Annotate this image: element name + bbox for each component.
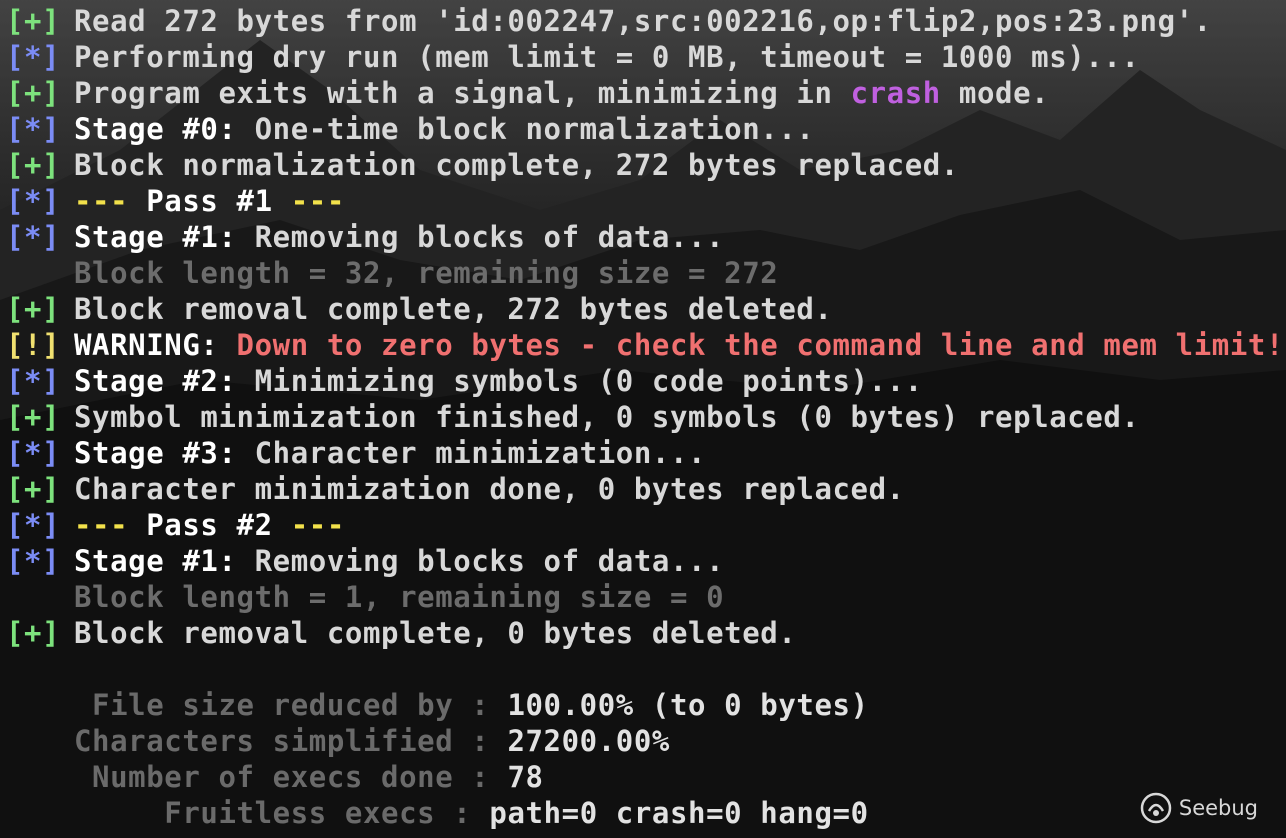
log-line-dry-run: [*] Performing dry run (mem limit = 0 MB,… [6, 39, 1286, 75]
stat-value: 78 [507, 760, 544, 794]
log-line-signal: [+] Program exits with a signal, minimizi… [6, 75, 1286, 111]
log-line-pass2: [*] --- Pass #2 --- [6, 507, 1286, 543]
log-text: Block removal complete, 0 bytes deleted. [74, 616, 797, 650]
info-prefix: [*] [6, 112, 61, 146]
log-text: Program exits with a signal, minimizing … [74, 76, 851, 110]
warning-label: WARNING: [74, 328, 219, 362]
pass-dashes: --- [290, 508, 345, 542]
stats-block: File size reduced by : 100.00% (to 0 byt… [74, 687, 1286, 831]
log-line-block-length: Block length = 32, remaining size = 272 [6, 255, 1286, 291]
success-prefix: [+] [6, 148, 61, 182]
log-line-stage3: [*] Stage #3: Character minimization... [6, 435, 1286, 471]
log-text: Removing blocks of data... [236, 220, 725, 254]
success-prefix: [+] [6, 4, 61, 38]
log-text-dim: Block length = 32, remaining size = 272 [74, 256, 779, 290]
stat-label: Fruitless execs [74, 796, 436, 830]
stage-label: Stage #0: [74, 112, 237, 146]
log-text: Removing blocks of data... [236, 544, 725, 578]
stat-row: Number of execs done : 78 [74, 759, 1286, 795]
info-prefix: [*] [6, 544, 61, 578]
log-line-stage1: [*] Stage #1: Removing blocks of data... [6, 219, 1286, 255]
pass-dashes: --- [74, 508, 129, 542]
info-prefix: [*] [6, 364, 61, 398]
terminal-output: [+] Read 272 bytes from 'id:002247,src:00… [6, 3, 1286, 831]
info-prefix: [*] [6, 40, 61, 74]
success-prefix: [+] [6, 76, 61, 110]
log-text: One-time block normalization... [236, 112, 815, 146]
log-text: mode. [940, 76, 1050, 110]
stat-label: Number of execs done [74, 760, 454, 794]
log-text: Character minimization done, 0 bytes rep… [74, 472, 905, 506]
stat-row: Characters simplified : 27200.00% [74, 723, 1286, 759]
log-text: Performing dry run (mem limit = 0 MB, ti… [74, 40, 1140, 74]
log-line-stage1-pass2: [*] Stage #1: Removing blocks of data... [6, 543, 1286, 579]
stat-row: File size reduced by : 100.00% (to 0 byt… [74, 687, 1286, 723]
pass-dashes: --- [74, 184, 129, 218]
stat-value: path=0 crash=0 hang=0 [489, 796, 869, 830]
stage-label: Stage #3: [74, 436, 237, 470]
log-line-read: [+] Read 272 bytes from 'id:002247,src:00… [6, 3, 1286, 39]
pass-label: Pass #2 [128, 508, 291, 542]
info-prefix: [*] [6, 184, 61, 218]
log-line-symbol-finished: [+] Symbol minimization finished, 0 symbo… [6, 399, 1286, 435]
success-prefix: [+] [6, 292, 61, 326]
log-text: Symbol minimization finished, 0 symbols … [74, 400, 1140, 434]
stat-value: 27200.00% [507, 724, 670, 758]
pass-label: Pass #1 [128, 184, 291, 218]
seebug-watermark: Seebug [1139, 788, 1258, 828]
stat-separator: : [453, 688, 508, 722]
pass-dashes: --- [290, 184, 345, 218]
terminal-window[interactable]: [+] Read 272 bytes from 'id:002247,src:00… [0, 0, 1286, 838]
stat-separator: : [453, 724, 508, 758]
stat-row: Fruitless execs : path=0 crash=0 hang=0 [74, 795, 1286, 831]
watermark-brand: Seebug [1178, 796, 1258, 820]
log-text: Minimizing symbols (0 code points)... [236, 364, 923, 398]
log-line-character-done: [+] Character minimization done, 0 bytes … [6, 471, 1286, 507]
stat-separator: : [435, 796, 490, 830]
info-prefix: [*] [6, 220, 61, 254]
stage-label: Stage #1: [74, 544, 237, 578]
success-prefix: [+] [6, 472, 61, 506]
log-line-stage0: [*] Stage #0: One-time block normalizatio… [6, 111, 1286, 147]
stat-separator: : [453, 760, 508, 794]
log-line-warning: [!] WARNING: Down to zero bytes - check t… [6, 327, 1286, 363]
stat-label: Characters simplified [74, 724, 454, 758]
log-text: Character minimization... [236, 436, 707, 470]
log-text: Block removal complete, 272 bytes delete… [74, 292, 833, 326]
log-line-removal-complete-2: [+] Block removal complete, 0 bytes delet… [6, 615, 1286, 651]
stage-label: Stage #1: [74, 220, 237, 254]
log-line-block-length-2: Block length = 1, remaining size = 0 [6, 579, 1286, 615]
info-prefix: [*] [6, 436, 61, 470]
crash-mode-label: crash [850, 76, 941, 110]
warning-text: Down to zero bytes - check the command l… [218, 328, 1284, 362]
success-prefix: [+] [6, 400, 61, 434]
log-text-dim: Block length = 1, remaining size = 0 [74, 580, 725, 614]
success-prefix: [+] [6, 616, 61, 650]
stat-label: File size reduced by [74, 688, 454, 722]
log-text: Block normalization complete, 272 bytes … [74, 148, 959, 182]
warning-prefix: [!] [6, 328, 61, 362]
stage-label: Stage #2: [74, 364, 237, 398]
log-line-pass1: [*] --- Pass #1 --- [6, 183, 1286, 219]
log-line-stage2: [*] Stage #2: Minimizing symbols (0 code … [6, 363, 1286, 399]
seebug-logo-icon [1140, 792, 1172, 824]
log-line-removal-complete: [+] Block removal complete, 272 bytes del… [6, 291, 1286, 327]
log-line-normalization-complete: [+] Block normalization complete, 272 byt… [6, 147, 1286, 183]
info-prefix: [*] [6, 508, 61, 542]
log-text: Read 272 bytes from 'id:002247,src:00221… [74, 4, 1212, 38]
stat-value: 100.00% (to 0 bytes) [507, 688, 869, 722]
